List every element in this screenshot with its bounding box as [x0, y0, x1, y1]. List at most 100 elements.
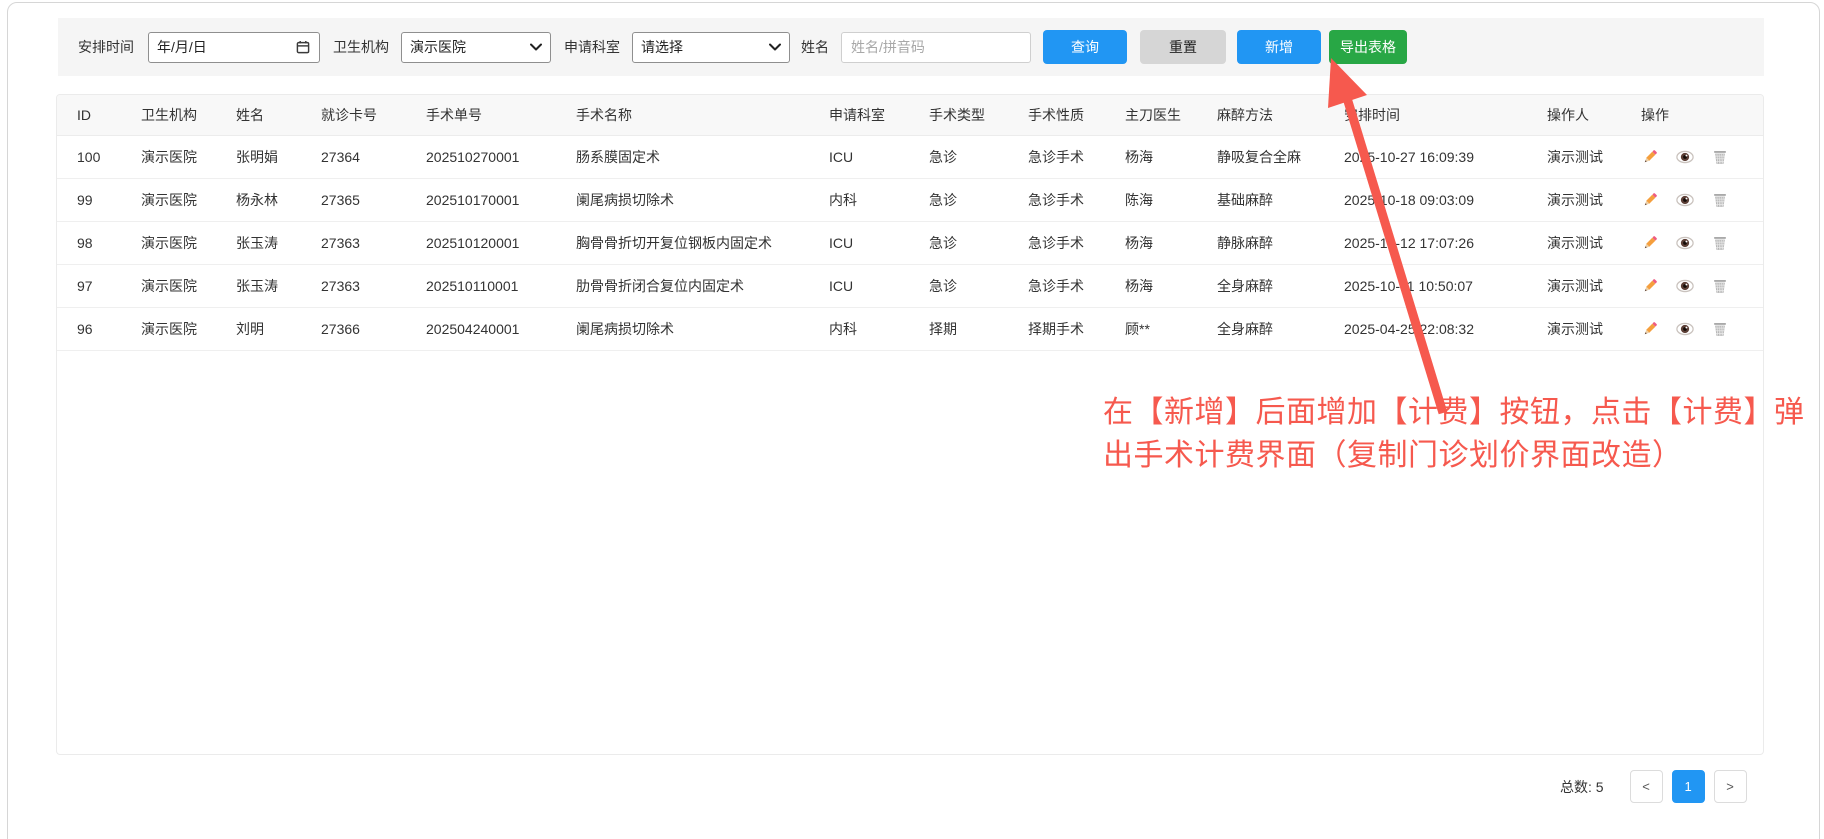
date-placeholder: 年/月/日 [157, 37, 207, 57]
table-cell: 100 [77, 149, 141, 165]
table-cell: 内科 [829, 319, 929, 339]
row-actions [1641, 320, 1745, 338]
table-cell: 张明娟 [236, 147, 321, 167]
table-cell: 27366 [321, 321, 426, 337]
pagination: 总数: 5 < 1 > [1560, 770, 1747, 803]
org-select[interactable]: 演示医院 [401, 32, 551, 63]
table-cell: 2025-04-25 22:08:32 [1344, 321, 1547, 337]
table-cell: 2025-10-12 17:07:26 [1344, 235, 1547, 251]
column-header: 麻醉方法 [1217, 105, 1344, 125]
table-cell: 2025-10-11 10:50:07 [1344, 278, 1547, 294]
delete-icon[interactable] [1711, 148, 1729, 166]
row-actions [1641, 277, 1745, 295]
prev-page-button[interactable]: < [1630, 770, 1663, 803]
view-icon[interactable] [1676, 191, 1694, 209]
delete-icon[interactable] [1711, 234, 1729, 252]
table-row: 96演示医院刘明27366202504240001阑尾病损切除术内科择期择期手术… [57, 308, 1763, 351]
table-cell: 演示医院 [141, 233, 236, 253]
table-cell: 阑尾病损切除术 [576, 319, 829, 339]
table-row: 97演示医院张玉涛27363202510110001肋骨骨折闭合复位内固定术IC… [57, 265, 1763, 308]
table-cell: 202510170001 [426, 192, 576, 208]
column-header: 主刀医生 [1125, 105, 1217, 125]
table-cell: 急诊手术 [1028, 276, 1125, 296]
table-cell: ICU [829, 235, 929, 251]
annotation-line-2: 出手术计费界面（复制门诊划价界面改造） [1103, 434, 1819, 477]
edit-icon[interactable] [1641, 148, 1659, 166]
table-cell: 97 [77, 278, 141, 294]
table-cell: 静吸复合全麻 [1217, 147, 1344, 167]
table-cell: 27363 [321, 235, 426, 251]
annotation-line-1: 在【新增】后面增加【计费】按钮，点击【计费】弹 [1103, 391, 1819, 434]
edit-icon[interactable] [1641, 320, 1659, 338]
add-button[interactable]: 新增 [1237, 30, 1321, 64]
export-button[interactable]: 导出表格 [1329, 30, 1407, 64]
table-cell: 杨海 [1125, 147, 1217, 167]
delete-icon[interactable] [1711, 320, 1729, 338]
edit-icon[interactable] [1641, 191, 1659, 209]
view-icon[interactable] [1676, 277, 1694, 295]
table-cell: 刘明 [236, 319, 321, 339]
schedule-time-label: 安排时间 [78, 37, 134, 57]
column-header: 就诊卡号 [321, 105, 426, 125]
chevron-down-icon [530, 43, 542, 51]
table-cell: 静脉麻醉 [1217, 233, 1344, 253]
query-button[interactable]: 查询 [1043, 30, 1127, 64]
name-label: 姓名 [801, 37, 829, 57]
table-cell: 急诊 [929, 190, 1028, 210]
table-cell: 急诊 [929, 147, 1028, 167]
table-cell: ICU [829, 149, 929, 165]
delete-icon[interactable] [1711, 191, 1729, 209]
current-page-button[interactable]: 1 [1672, 770, 1705, 803]
edit-icon[interactable] [1641, 277, 1659, 295]
edit-icon[interactable] [1641, 234, 1659, 252]
table-cell: 演示测试 [1547, 319, 1641, 339]
table-cell: 杨永林 [236, 190, 321, 210]
table-cell: 杨海 [1125, 233, 1217, 253]
table-cell: 96 [77, 321, 141, 337]
column-header: 操作人 [1547, 105, 1641, 125]
table-cell: 演示医院 [141, 147, 236, 167]
column-header: 手术名称 [576, 105, 829, 125]
table-cell: 阑尾病损切除术 [576, 190, 829, 210]
table-cell: 急诊手术 [1028, 233, 1125, 253]
table-cell: 肋骨骨折闭合复位内固定术 [576, 276, 829, 296]
name-input[interactable] [841, 32, 1031, 63]
table-cell: 全身麻醉 [1217, 319, 1344, 339]
column-header: 手术类型 [929, 105, 1028, 125]
view-icon[interactable] [1676, 234, 1694, 252]
table-cell: 全身麻醉 [1217, 276, 1344, 296]
column-header: 手术性质 [1028, 105, 1125, 125]
table-cell: 演示医院 [141, 190, 236, 210]
delete-icon[interactable] [1711, 277, 1729, 295]
table-cell: 杨海 [1125, 276, 1217, 296]
column-header: 手术单号 [426, 105, 576, 125]
table-cell: 张玉涛 [236, 276, 321, 296]
table-cell: 急诊手术 [1028, 147, 1125, 167]
row-actions [1641, 191, 1745, 209]
table-cell: 演示医院 [141, 319, 236, 339]
table-cell: 202504240001 [426, 321, 576, 337]
annotation-note: 在【新增】后面增加【计费】按钮，点击【计费】弹 出手术计费界面（复制门诊划价界面… [1103, 391, 1819, 477]
row-actions [1641, 234, 1745, 252]
calendar-icon[interactable] [295, 39, 311, 55]
dept-select[interactable]: 请选择 [632, 32, 790, 63]
reset-button[interactable]: 重置 [1140, 30, 1226, 64]
dept-label: 申请科室 [564, 37, 620, 57]
table-cell: 2025-10-27 16:09:39 [1344, 149, 1547, 165]
total-count: 总数: 5 [1560, 777, 1604, 797]
next-page-button[interactable]: > [1714, 770, 1747, 803]
table-cell: 27364 [321, 149, 426, 165]
table-cell: 急诊 [929, 233, 1028, 253]
view-icon[interactable] [1676, 320, 1694, 338]
table-cell: 急诊手术 [1028, 190, 1125, 210]
table-cell: 陈海 [1125, 190, 1217, 210]
org-select-value: 演示医院 [410, 37, 466, 57]
table-cell: 27365 [321, 192, 426, 208]
table-row: 99演示医院杨永林27365202510170001阑尾病损切除术内科急诊急诊手… [57, 179, 1763, 222]
table-header-row: ID卫生机构姓名就诊卡号手术单号手术名称申请科室手术类型手术性质主刀医生麻醉方法… [57, 95, 1763, 136]
table-body: 100演示医院张明娟27364202510270001肠系膜固定术ICU急诊急诊… [57, 136, 1763, 351]
view-icon[interactable] [1676, 148, 1694, 166]
table-cell: 演示医院 [141, 276, 236, 296]
schedule-date-input[interactable]: 年/月/日 [148, 32, 320, 63]
table-cell: 99 [77, 192, 141, 208]
